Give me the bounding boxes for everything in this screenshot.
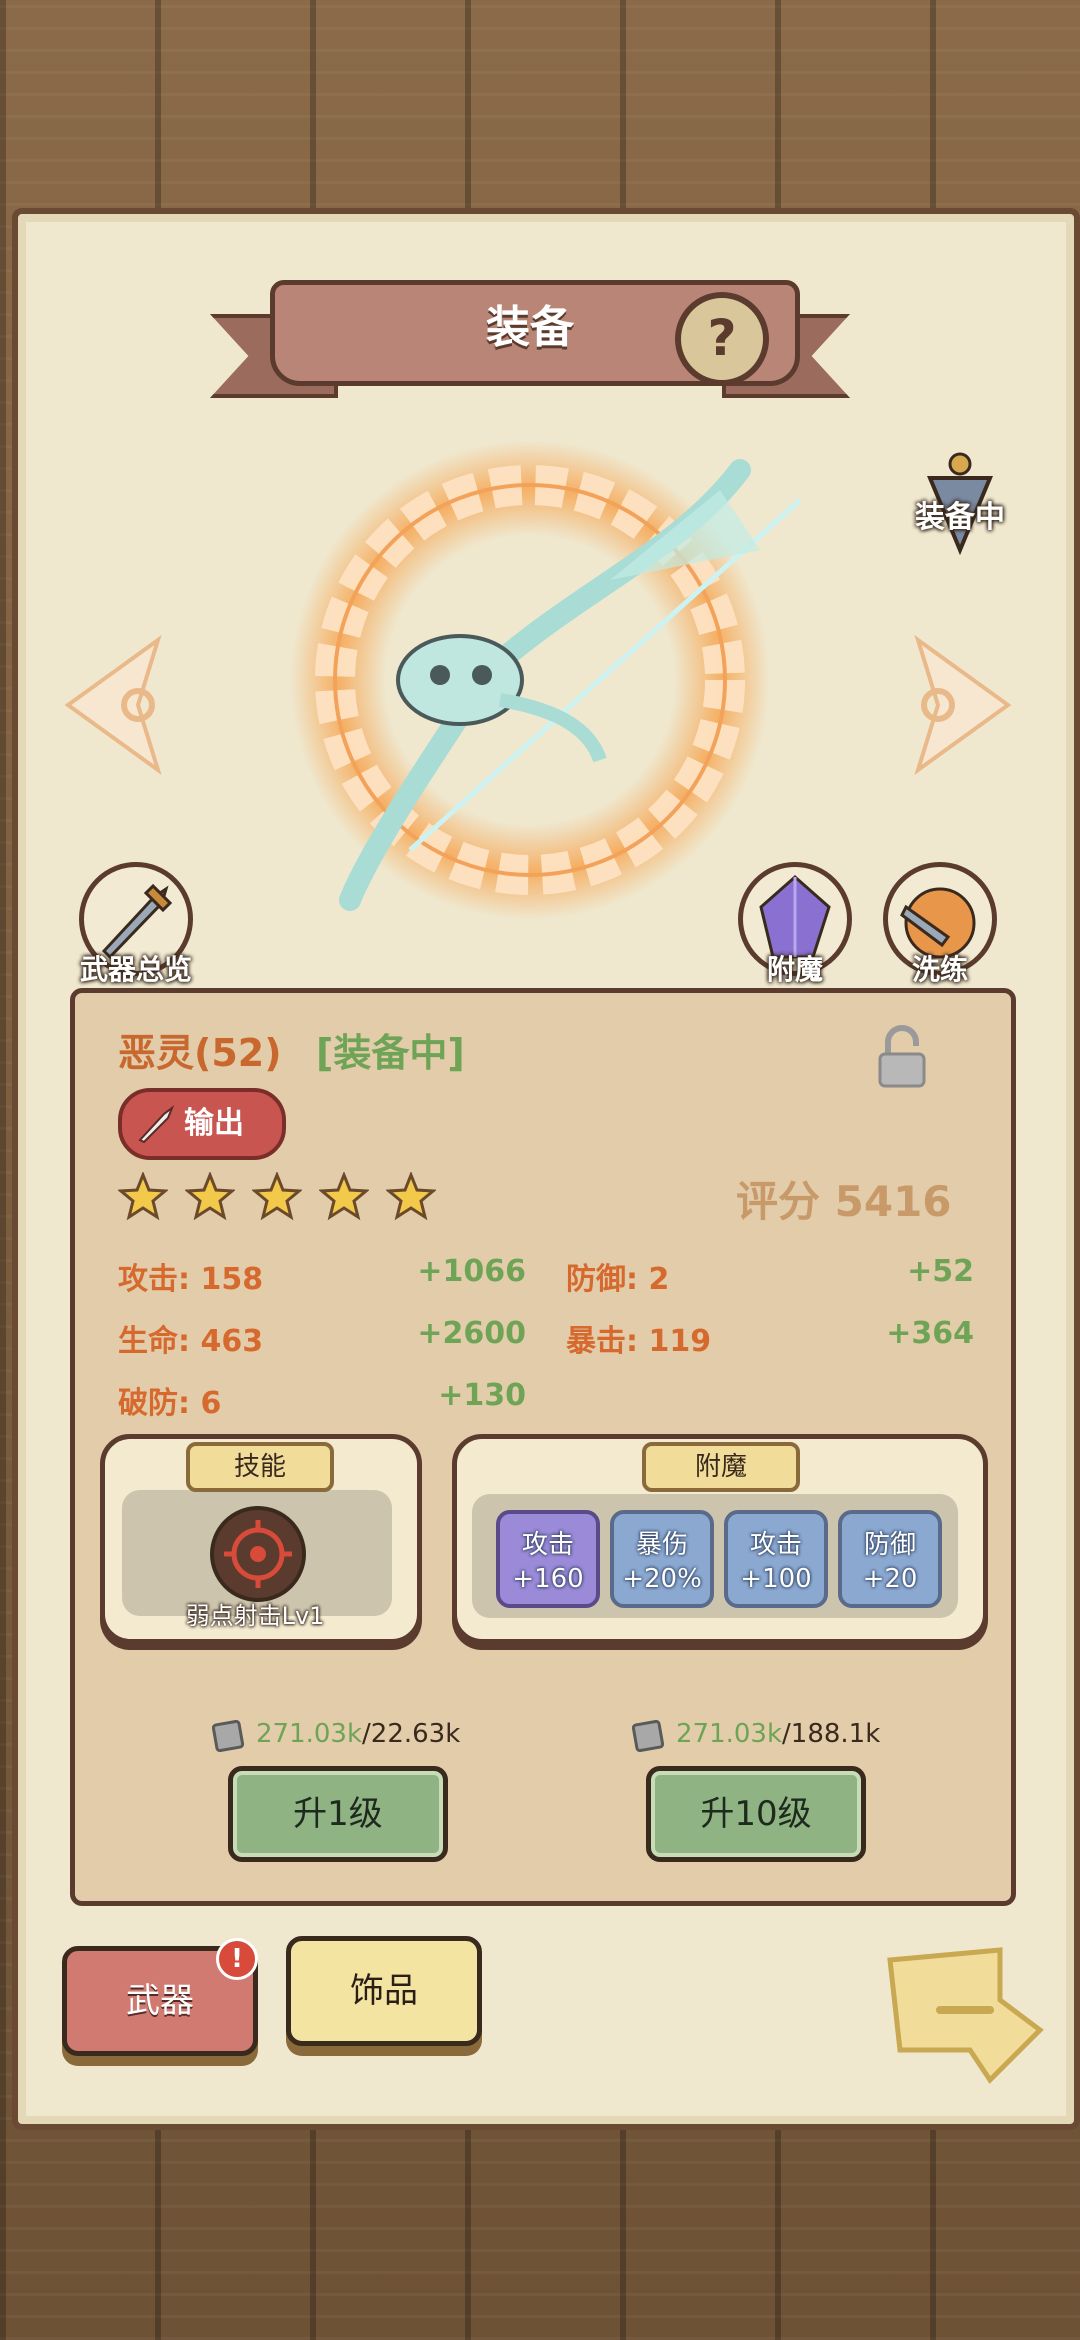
stat-attack: 攻击: 158	[118, 1262, 264, 1297]
weapon-name: 恶灵(52)	[118, 1031, 282, 1075]
star-icon	[118, 1172, 168, 1221]
stat-defense-bonus: +52	[907, 1254, 974, 1289]
skill-target-icon[interactable]	[210, 1506, 306, 1602]
star-icon	[252, 1172, 303, 1221]
stat-armor-break: 破防: 6	[118, 1386, 222, 1421]
role-badge: 输出	[118, 1088, 286, 1160]
stat-crit: 暴击: 119	[566, 1324, 712, 1359]
enchant-slot-4[interactable]: 防御 +20	[838, 1510, 942, 1608]
weapon-overview-button[interactable]: 武器总览	[76, 862, 196, 988]
stat-hp-bonus: +2600	[417, 1316, 526, 1351]
star-icon	[319, 1172, 370, 1221]
upgrade-1-button[interactable]: 升1级	[228, 1766, 448, 1862]
weapon-equip-status: [装备中]	[316, 1031, 465, 1075]
upgrade-stone-icon	[632, 1719, 665, 1752]
star-rating	[118, 1172, 448, 1222]
equipped-marker: 装备中	[900, 450, 1020, 560]
skill-name: 弱点射击Lv1	[185, 1602, 325, 1630]
enchant-slot-1[interactable]: 攻击 +160	[496, 1510, 600, 1608]
enchant-button[interactable]: 附魔	[735, 862, 855, 988]
equipped-marker-label: 装备中	[915, 500, 1005, 535]
enchant-tag: 附魔	[642, 1442, 800, 1492]
dagger-icon	[138, 1105, 175, 1144]
stat-hp: 生命: 463	[118, 1324, 264, 1359]
weapon-score: 评分 5416	[736, 1177, 952, 1226]
star-icon	[386, 1172, 437, 1221]
upgrade-cost-1: 271.03k/22.63k	[212, 1714, 460, 1754]
weapon-overview-label: 武器总览	[79, 953, 192, 986]
upgrade-cost-10: 271.03k/188.1k	[632, 1714, 880, 1754]
prev-weapon-arrow[interactable]	[58, 630, 178, 780]
stat-attack-bonus: +1066	[417, 1254, 526, 1289]
help-button[interactable]: ?	[675, 292, 769, 386]
reforge-button[interactable]: 洗练	[880, 862, 1000, 988]
stat-defense: 防御: 2	[566, 1262, 670, 1297]
back-arrow-button[interactable]	[880, 1940, 1050, 2090]
upgrade-10-button[interactable]: 升10级	[646, 1766, 866, 1862]
stat-crit-bonus: +364	[886, 1316, 974, 1351]
weapon-art	[290, 440, 800, 920]
enchant-slot-2[interactable]: 暴伤 +20%	[610, 1510, 714, 1608]
enchant-slot-3[interactable]: 攻击 +100	[724, 1510, 828, 1608]
upgrade-stone-icon	[212, 1719, 245, 1752]
bow-skull	[396, 634, 524, 726]
star-icon	[185, 1172, 236, 1221]
unlock-icon[interactable]	[874, 1024, 930, 1090]
role-label: 输出	[184, 1106, 244, 1141]
stat-armor-break-bonus: +130	[438, 1378, 526, 1413]
next-weapon-arrow[interactable]	[898, 630, 1018, 780]
skill-tag: 技能	[186, 1442, 334, 1492]
question-mark-icon: ?	[707, 309, 737, 367]
tab-accessory[interactable]: 饰品	[286, 1936, 482, 2046]
enchant-label: 附魔	[766, 953, 823, 986]
notification-badge: !	[216, 1938, 258, 1980]
reforge-label: 洗练	[911, 953, 968, 986]
